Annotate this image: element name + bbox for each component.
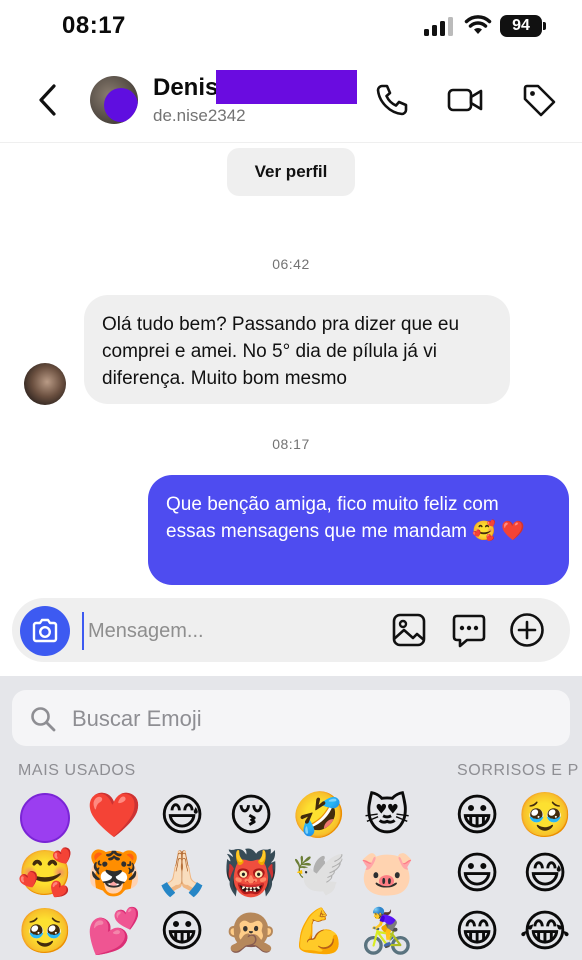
battery-indicator: 94 (500, 15, 542, 37)
sticker-icon[interactable] (451, 612, 487, 648)
emoji-grid: ❤️ 😅 😚 🤣 😻 🥰 🐯 🙏🏻 👹 🕊️ 🐷 🥹 💕 😀 🙊 💪 🚴‍♀️ … (0, 676, 582, 960)
contact-username[interactable]: de.nise2342 (153, 106, 246, 126)
contact-name[interactable]: Denis (153, 74, 218, 102)
emoji-key[interactable]: 🐷 (357, 846, 417, 902)
emoji-key[interactable]: 😁 (447, 904, 507, 960)
emoji-key[interactable]: 🚴‍♀️ (357, 904, 417, 960)
name-redaction (216, 70, 357, 104)
timestamp: 08:17 (272, 436, 310, 452)
emoji-purple-circle[interactable] (20, 793, 70, 843)
view-profile-button[interactable]: Ver perfil (227, 148, 355, 196)
emoji-key[interactable]: 🥹 (15, 904, 75, 960)
phone-icon[interactable] (374, 82, 410, 118)
message-composer (12, 598, 570, 662)
status-bar: 08:17 94 (0, 0, 582, 56)
gallery-icon[interactable] (391, 612, 427, 648)
emoji-key[interactable]: 🙏🏻 (152, 846, 212, 902)
emoji-key[interactable]: 😚 (221, 788, 281, 844)
sender-avatar[interactable] (24, 363, 66, 405)
emoji-keyboard: MAIS USADOS SORRISOS E P ❤️ 😅 😚 🤣 😻 🥰 🐯 … (0, 676, 582, 960)
emoji-key[interactable]: 🕊️ (289, 846, 349, 902)
incoming-message[interactable]: Olá tudo bem? Passando pra dizer que eu … (84, 295, 510, 404)
emoji-key[interactable]: 🤣 (289, 788, 349, 844)
outgoing-message[interactable]: Que benção amiga, fico muito feliz com e… (148, 475, 569, 585)
battery-cap (543, 22, 546, 30)
emoji-key[interactable]: ❤️ (84, 788, 144, 844)
video-icon[interactable] (447, 82, 483, 118)
wifi-icon (464, 15, 492, 34)
emoji-key[interactable]: 😻 (357, 788, 417, 844)
chat-header: Denis de.nise2342 (0, 60, 582, 143)
emoji-key[interactable]: 😃 (447, 846, 507, 902)
emoji-key[interactable]: 😀 (447, 788, 507, 844)
message-input[interactable] (82, 612, 370, 650)
status-time: 08:17 (62, 12, 126, 39)
emoji-key[interactable]: 🙊 (221, 904, 281, 960)
emoji-key[interactable]: 💪 (289, 904, 349, 960)
tag-icon[interactable] (521, 82, 557, 118)
emoji-key[interactable]: 😅 (515, 846, 575, 902)
emoji-key[interactable]: 👹 (221, 846, 281, 902)
avatar-redaction (104, 88, 138, 122)
emoji-key[interactable]: 🥹 (515, 788, 575, 844)
emoji-key[interactable]: 😂 (515, 904, 575, 960)
camera-button[interactable] (20, 606, 70, 656)
plus-icon[interactable] (509, 612, 545, 648)
contact-avatar[interactable] (90, 76, 138, 124)
timestamp: 06:42 (272, 256, 310, 272)
signal-icon (424, 17, 453, 36)
camera-icon (32, 618, 58, 643)
emoji-key[interactable]: 🥰 (15, 846, 75, 902)
emoji-key[interactable]: 😀 (152, 904, 212, 960)
emoji-key[interactable]: 😅 (152, 788, 212, 844)
emoji-key[interactable]: 🐯 (84, 846, 144, 902)
emoji-key[interactable]: 💕 (84, 904, 144, 960)
back-icon[interactable] (32, 80, 64, 120)
